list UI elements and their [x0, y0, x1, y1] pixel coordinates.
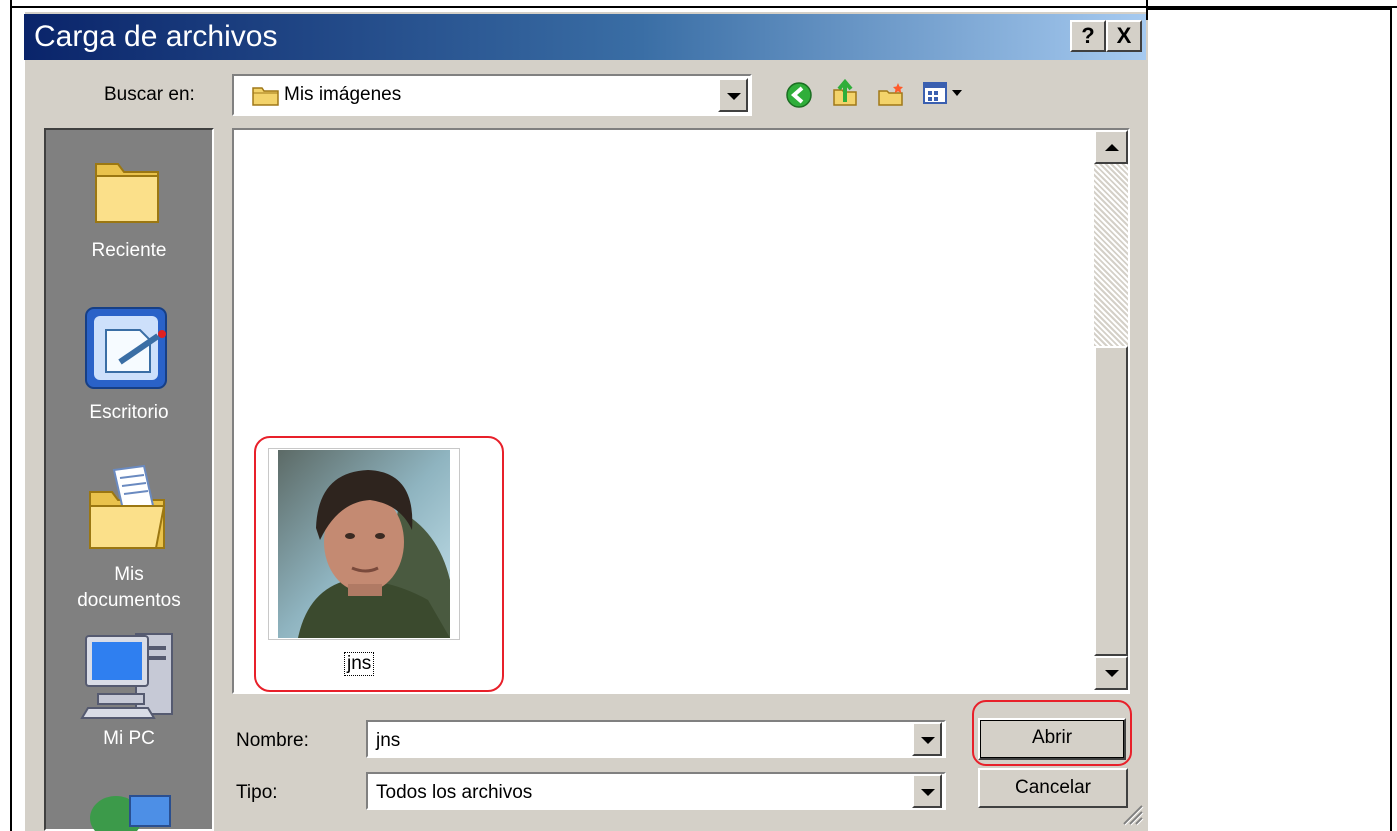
file-name-input[interactable]: [366, 720, 946, 758]
help-button[interactable]: ?: [1070, 20, 1106, 52]
scrollbar-thumb[interactable]: [1094, 346, 1128, 656]
network-icon[interactable]: [86, 786, 176, 831]
views-menu-icon[interactable]: [920, 78, 976, 108]
scroll-down-button[interactable]: [1094, 656, 1128, 690]
cancel-button[interactable]: Cancelar: [978, 768, 1128, 808]
file-type-select-value[interactable]: Todos los archivos: [376, 782, 532, 804]
new-folder-icon[interactable]: [876, 80, 906, 110]
scroll-up-button[interactable]: [1094, 130, 1128, 164]
chevron-down-icon[interactable]: [912, 722, 942, 756]
my-computer-icon[interactable]: [80, 624, 180, 724]
dialog-title: Carga de archivos: [34, 20, 278, 53]
chevron-down-icon[interactable]: [912, 774, 942, 808]
outer-frame-top: [0, 0, 1397, 8]
file-name-field-label: Nombre:: [236, 730, 309, 751]
file-type-field-label: Tipo:: [236, 782, 278, 803]
places-item-my-pc-label[interactable]: Mi PC: [44, 726, 214, 752]
my-documents-icon[interactable]: [84, 462, 174, 558]
look-in-label: Buscar en:: [104, 84, 195, 105]
outer-frame-left: [0, 0, 12, 831]
outer-frame-right: [1390, 8, 1392, 831]
close-button[interactable]: X: [1106, 20, 1142, 52]
file-name-input-value[interactable]: jns: [376, 730, 400, 752]
places-item-documents-label[interactable]: Mis documentos: [44, 562, 214, 614]
resize-grip-icon[interactable]: [1118, 800, 1144, 826]
folder-icon[interactable]: [88, 150, 168, 230]
scrollbar-track[interactable]: [1094, 164, 1128, 346]
back-icon[interactable]: [784, 80, 814, 110]
folder-icon: [252, 87, 279, 106]
file-highlight-annotation: [254, 436, 504, 692]
up-folder-icon[interactable]: [830, 78, 860, 108]
look-in-value: Mis imágenes: [284, 84, 402, 105]
chevron-down-icon[interactable]: [718, 78, 748, 112]
places-item-recent-label[interactable]: Reciente: [44, 238, 214, 264]
outer-frame-divider: [1146, 0, 1148, 20]
places-item-desktop-label[interactable]: Escritorio: [44, 400, 214, 426]
outer-right-panel: [1148, 10, 1390, 831]
outer-frame-line: [1148, 8, 1392, 10]
open-button-highlight-annotation: [972, 700, 1132, 766]
desktop-icon[interactable]: [80, 302, 176, 398]
